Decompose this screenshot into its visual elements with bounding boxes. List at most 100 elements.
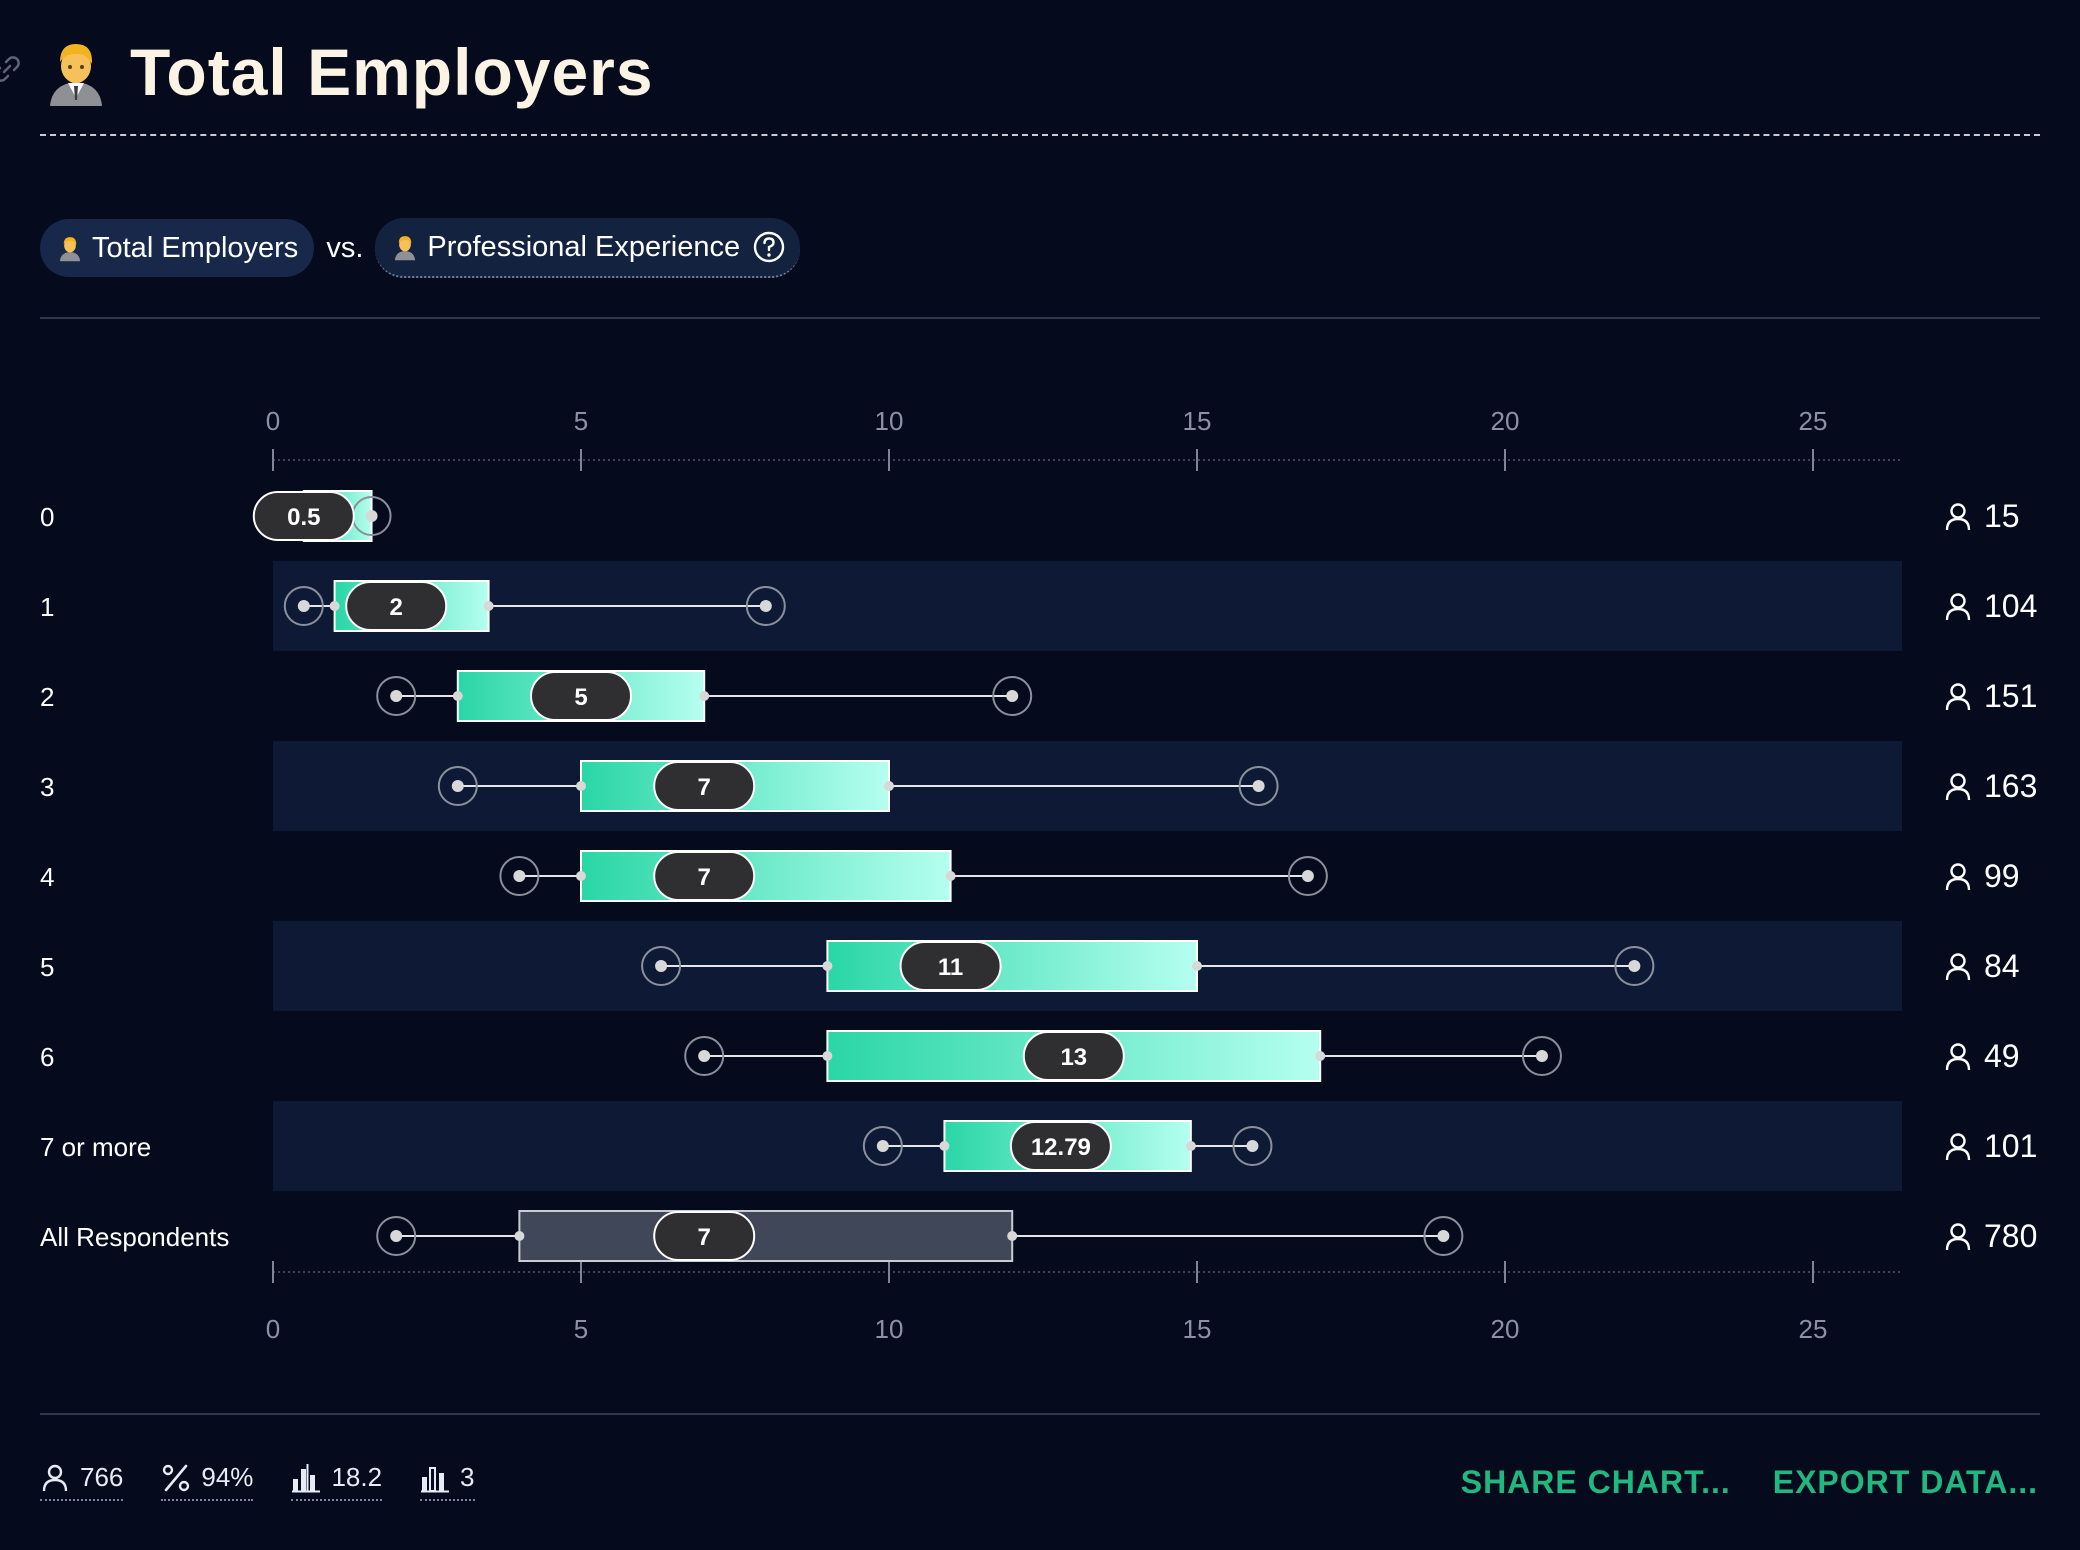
quartile-dot <box>366 511 377 521</box>
respondents-value: 766 <box>80 1462 124 1492</box>
boxplot-row: 0 0.5 15 <box>40 490 2020 542</box>
respondent-count: 163 <box>1984 768 2037 804</box>
person-icon <box>1945 683 1971 711</box>
person-icon <box>1945 1133 1971 1161</box>
person-icon <box>1945 503 1971 531</box>
median-label: 12.79 <box>1031 1134 1091 1161</box>
tick-label: 20 <box>1491 1314 1520 1340</box>
whisker-dot <box>297 600 310 612</box>
whisker-dot <box>1437 1230 1450 1242</box>
respondent-count: 151 <box>1984 678 2037 714</box>
x-axis-bottom: 0 5 10 15 20 25 <box>266 1261 1902 1340</box>
respondent-count: 15 <box>1984 498 2020 534</box>
chart-actions: SHARE CHART... EXPORT DATA... <box>1419 1464 2038 1501</box>
tick-label: 5 <box>574 406 588 436</box>
whisker-dot <box>1252 780 1265 792</box>
office-worker-icon <box>59 237 81 262</box>
quartile-dot <box>1315 1051 1326 1061</box>
median-label: 13 <box>1060 1044 1087 1071</box>
tick-label: 15 <box>1183 406 1212 436</box>
quartile-dot <box>822 1051 833 1061</box>
quartile-dot <box>576 871 586 881</box>
median-label: 0.5 <box>287 504 320 531</box>
respondents-stat[interactable]: 766 <box>40 1462 124 1501</box>
quartile-dot <box>1185 1141 1196 1151</box>
percent-icon <box>163 1464 190 1491</box>
quartile-dot <box>939 1141 950 1151</box>
tick-label: 15 <box>1183 1314 1212 1340</box>
person-icon <box>1945 1223 1971 1251</box>
boxplot-row: All Respondents 7 780 <box>40 1210 2037 1262</box>
secondary-variable-label: Professional Experience <box>427 230 741 263</box>
respondent-count: 780 <box>1984 1218 2037 1254</box>
whisker-dot <box>1246 1140 1259 1152</box>
help-icon[interactable] <box>752 230 786 264</box>
link-icon[interactable] <box>0 56 20 82</box>
quartile-dot <box>452 691 463 701</box>
respondent-count: 101 <box>1984 1128 2037 1164</box>
percent-value: 94% <box>201 1462 254 1492</box>
category-label: 0 <box>40 502 54 532</box>
percent-stat[interactable]: 94% <box>161 1462 254 1501</box>
tick-label: 5 <box>574 1314 588 1340</box>
iqr-box <box>826 940 1199 992</box>
quartile-dot <box>945 871 956 881</box>
person-icon <box>1945 773 1971 801</box>
office-worker-icon <box>395 236 416 261</box>
tick-label: 0 <box>266 1314 280 1340</box>
person-icon <box>1945 1043 1971 1071</box>
quartile-dot <box>483 601 494 611</box>
mean-bars-icon <box>292 1463 321 1492</box>
summary-stats: 766 94% 18.2 3 <box>40 1462 513 1501</box>
person-icon <box>1945 863 1971 891</box>
groups-value: 3 <box>460 1462 475 1492</box>
quartile-dot <box>576 781 586 791</box>
section-divider <box>40 317 2040 319</box>
whisker-dot <box>1301 870 1314 882</box>
tick-label: 25 <box>1799 406 1828 436</box>
whisker-dot <box>876 1140 889 1152</box>
respondent-count: 49 <box>1984 1038 2020 1074</box>
median-label: 7 <box>698 864 711 891</box>
page-header: Total Employers <box>40 34 654 110</box>
quartile-dot <box>1007 1231 1018 1241</box>
whisker-dot <box>451 780 464 792</box>
primary-variable-pill[interactable]: Total Employers <box>40 219 315 277</box>
median-label: 7 <box>698 1224 711 1251</box>
median-label: 2 <box>390 594 403 621</box>
boxplot-row: 4 7 99 <box>40 850 2020 902</box>
iqr-box <box>580 850 952 902</box>
primary-variable-label: Total Employers <box>92 231 299 264</box>
footer-divider <box>40 1413 2040 1415</box>
quartile-dot <box>1192 961 1202 971</box>
boxplot-chart: 0 5 10 15 20 250 5 10 15 20 250 0.5 151 2 1042 5 1513 7 16… <box>40 406 2037 1340</box>
whisker-dot <box>655 960 668 972</box>
person-icon <box>1945 593 1971 621</box>
median-label: 5 <box>574 684 587 711</box>
vs-label: vs. <box>326 231 364 264</box>
page-title: Total Employers <box>130 35 654 109</box>
category-label: All Respondents <box>40 1222 229 1252</box>
quartile-dot <box>329 601 340 611</box>
tick-label: 20 <box>1491 406 1520 436</box>
category-label: 1 <box>40 592 54 622</box>
person-icon <box>42 1464 68 1491</box>
comparison-selector: Total Employers vs. Professional Experie… <box>40 218 801 278</box>
secondary-variable-pill[interactable]: Professional Experience <box>375 218 801 278</box>
category-label: 7 or more <box>40 1132 151 1162</box>
office-worker-icon <box>50 44 102 106</box>
boxplot-row: 6 13 49 <box>40 1030 2020 1082</box>
whisker-dot <box>513 870 526 882</box>
respondent-count: 104 <box>1984 588 2037 624</box>
share-chart-button[interactable]: SHARE CHART... <box>1461 1464 1731 1501</box>
quartile-dot <box>699 691 710 701</box>
whisker-dot <box>1006 690 1019 702</box>
mean-stat[interactable]: 18.2 <box>291 1462 383 1501</box>
person-icon <box>1945 953 1971 981</box>
iqr-box <box>518 1210 1014 1262</box>
whisker-dot <box>390 1230 403 1242</box>
whisker-dot <box>1628 960 1641 972</box>
groups-stat[interactable]: 3 <box>420 1462 475 1501</box>
median-label: 11 <box>938 954 963 981</box>
export-data-button[interactable]: EXPORT DATA... <box>1773 1464 2038 1501</box>
